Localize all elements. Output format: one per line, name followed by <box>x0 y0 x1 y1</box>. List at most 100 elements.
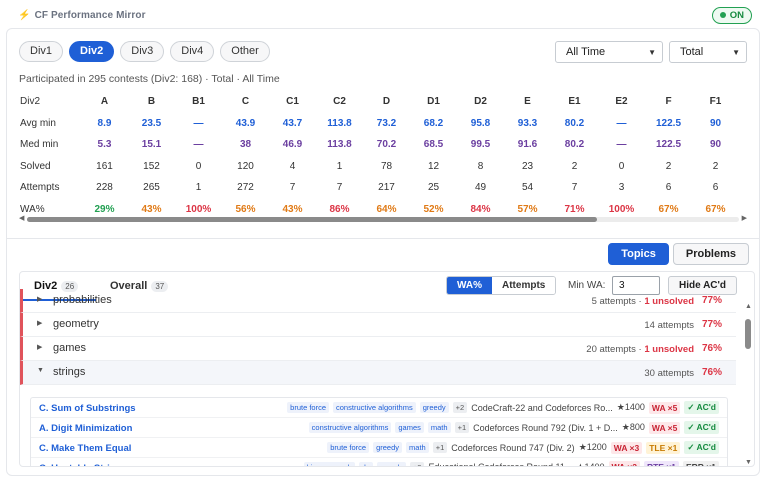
stats-avg-row-cell: 113.8 <box>327 117 352 129</box>
scope-select[interactable]: Total ▼ <box>669 41 747 63</box>
problem-link[interactable]: A. Digit Minimization <box>39 423 132 434</box>
stats-med-row-cell: 68.5 <box>423 139 444 151</box>
stats-med-row-cell: — <box>616 139 627 151</box>
verdict-badge: RTE ×1 <box>643 461 679 466</box>
topic-attempts: 20 attempts · 1 unsolved <box>586 344 694 355</box>
stats-attempts-row-cell: 1 <box>195 182 202 194</box>
scrollbar-thumb[interactable] <box>27 217 597 222</box>
contest-name: Codeforces Round 792 (Div. 1 + D... <box>473 422 618 433</box>
stats-attempts-row-cell: 6 <box>712 182 719 194</box>
topic-row[interactable]: ▶ games 20 attempts · 1 unsolved 76% <box>20 337 736 361</box>
scroll-up-icon[interactable]: ▲ <box>745 303 752 310</box>
status-dot-icon <box>719 11 726 18</box>
topic-name: strings <box>53 366 86 378</box>
stats-avg-row-cell: 73.2 <box>376 117 397 129</box>
stats-med-row-cell: 113.8 <box>327 139 352 151</box>
stats-header-cell: A <box>100 96 109 108</box>
topic-name: probabilities <box>53 294 112 306</box>
chevron-down-icon: ▼ <box>732 47 740 57</box>
divider <box>7 238 759 239</box>
unsolved-count: 1 unsolved <box>644 344 694 355</box>
verdict-badge: WA ×5 <box>648 421 681 434</box>
problem-row: C. Make Them Equal brute force greedy math +… <box>31 438 727 458</box>
stats-avg-row-cell: 68.2 <box>423 117 444 129</box>
stats-attempts-row-cell: 7 <box>571 182 578 194</box>
stats-header-cell: C2 <box>333 96 346 108</box>
scrollbar-thumb[interactable] <box>745 319 751 349</box>
problem-link[interactable]: C. Unstable String <box>39 463 121 466</box>
more-tags-chip: +3 <box>409 461 425 466</box>
stats-header: Div2 A B B1 C C1 C2 D D1 D2 E E1 E2 F F1 <box>19 91 739 113</box>
stats-med-row-cell: — <box>193 139 204 151</box>
topic-row[interactable]: ▶ probabilities 5 attempts · 1 unsolved 77% <box>20 289 736 313</box>
vertical-scrollbar[interactable]: ▲ ▼ <box>742 301 754 466</box>
verdict-badge: ✓ AC'd <box>684 421 719 434</box>
stats-solved-row-cell: 161 <box>96 160 113 172</box>
tab-div4[interactable]: Div4 <box>170 41 215 62</box>
stats-solved-row-cell: 0 <box>195 160 202 172</box>
horizontal-scrollbar[interactable]: ◀ ▶ <box>19 215 747 223</box>
tag-chip: greedy <box>419 402 449 413</box>
participation-summary: Participated in 295 contests (Div2: 168)… <box>19 73 280 85</box>
contest-name: CodeCraft-22 and Codeforces Ro... <box>471 402 613 413</box>
attempt-count: 5 attempts <box>591 296 636 307</box>
stats-solved-row-cell: 78 <box>380 160 393 172</box>
scroll-down-icon[interactable]: ▼ <box>745 459 752 466</box>
topics-button[interactable]: Topics <box>608 243 669 265</box>
stats-attempts-row-label: Attempts <box>20 182 60 194</box>
topic-wa-percent: 76% <box>701 367 722 378</box>
stats-med-row: Med min 5.3 15.1 — 38 46.9 113.8 70.2 68.5 99.5 91… <box>19 134 739 156</box>
tab-other[interactable]: Other <box>220 41 270 62</box>
caret-right-icon[interactable]: ▶ <box>37 343 42 351</box>
stats-med-row-cell: 91.6 <box>517 139 538 151</box>
topic-name: geometry <box>53 318 99 330</box>
stats-solved-row-cell: 120 <box>237 160 254 172</box>
tag-chip: constructive algorithms <box>308 422 392 433</box>
stats-attempts-row: Attempts 228 265 1 272 7 7 217 25 49 54 7 3 6 6 <box>19 177 739 199</box>
attempt-count: 30 attempts <box>644 368 694 379</box>
verdict-badge: WA ×3 <box>610 441 643 454</box>
time-range-select[interactable]: All Time ▼ <box>555 41 663 63</box>
app-header: ⚡ CF Performance Mirror ON <box>6 4 758 26</box>
problem-meta: brute force greedy math +1 Codeforces Round … <box>327 441 719 454</box>
problem-link[interactable]: C. Sum of Substrings <box>39 403 136 414</box>
tab-div2[interactable]: Div2 <box>69 41 115 62</box>
problem-link[interactable]: C. Make Them Equal <box>39 443 131 454</box>
stats-header-cell: D2 <box>474 96 487 108</box>
chevron-down-icon: ▼ <box>648 47 656 57</box>
attempt-count: 14 attempts <box>644 320 694 331</box>
topic-row[interactable]: ▼ strings 30 attempts 76% <box>20 361 736 385</box>
topic-wa-percent: 77% <box>701 295 722 306</box>
topic-row[interactable]: ▶ geometry 14 attempts 77% <box>20 313 736 337</box>
stats-med-row-cell: 70.2 <box>376 139 397 151</box>
stats-table: Div2 A B B1 C C1 C2 D D1 D2 E E1 E2 F F1 Avg min 8.9 23.5… <box>19 91 739 220</box>
stats-header-label: Div2 <box>20 96 41 108</box>
caret-right-icon[interactable]: ▶ <box>37 319 42 327</box>
stats-avg-row-cell: 23.5 <box>141 117 162 129</box>
caret-down-icon[interactable]: ▼ <box>37 367 44 374</box>
stats-avg-row-cell: 43.7 <box>282 117 303 129</box>
stats-header-cell: F1 <box>709 96 722 108</box>
topic-wa-percent: 76% <box>701 343 722 354</box>
problem-meta: constructive algorithms games math +1 Codefo… <box>308 421 719 434</box>
enable-toggle[interactable]: ON <box>711 6 752 24</box>
scroll-left-icon[interactable]: ◀ <box>19 214 24 222</box>
stats-attempts-row-cell: 54 <box>521 182 534 194</box>
stats-header-cell: B1 <box>192 96 205 108</box>
stats-solved-row-cell: 2 <box>712 160 719 172</box>
stats-header-cell: C1 <box>286 96 299 108</box>
stats-avg-row-cell: 43.9 <box>235 117 256 129</box>
scope-value: Total <box>680 46 704 58</box>
contest-name: Codeforces Round 747 (Div. 2) <box>451 442 575 453</box>
problems-button[interactable]: Problems <box>672 243 749 265</box>
topic-wa-percent: 77% <box>701 319 722 330</box>
verdict-badge: ✓ AC'd <box>684 441 719 454</box>
problem-list: C. Sum of Substrings brute force construct… <box>30 397 728 466</box>
more-tags-chip: +2 <box>452 402 468 413</box>
tab-div3[interactable]: Div3 <box>120 41 165 62</box>
tab-div1[interactable]: Div1 <box>19 41 64 62</box>
caret-right-icon[interactable]: ▶ <box>37 295 42 303</box>
scroll-right-icon[interactable]: ▶ <box>742 214 747 222</box>
topic-attempts: 5 attempts · 1 unsolved <box>592 296 694 307</box>
stats-solved-row-cell: 4 <box>289 160 296 172</box>
